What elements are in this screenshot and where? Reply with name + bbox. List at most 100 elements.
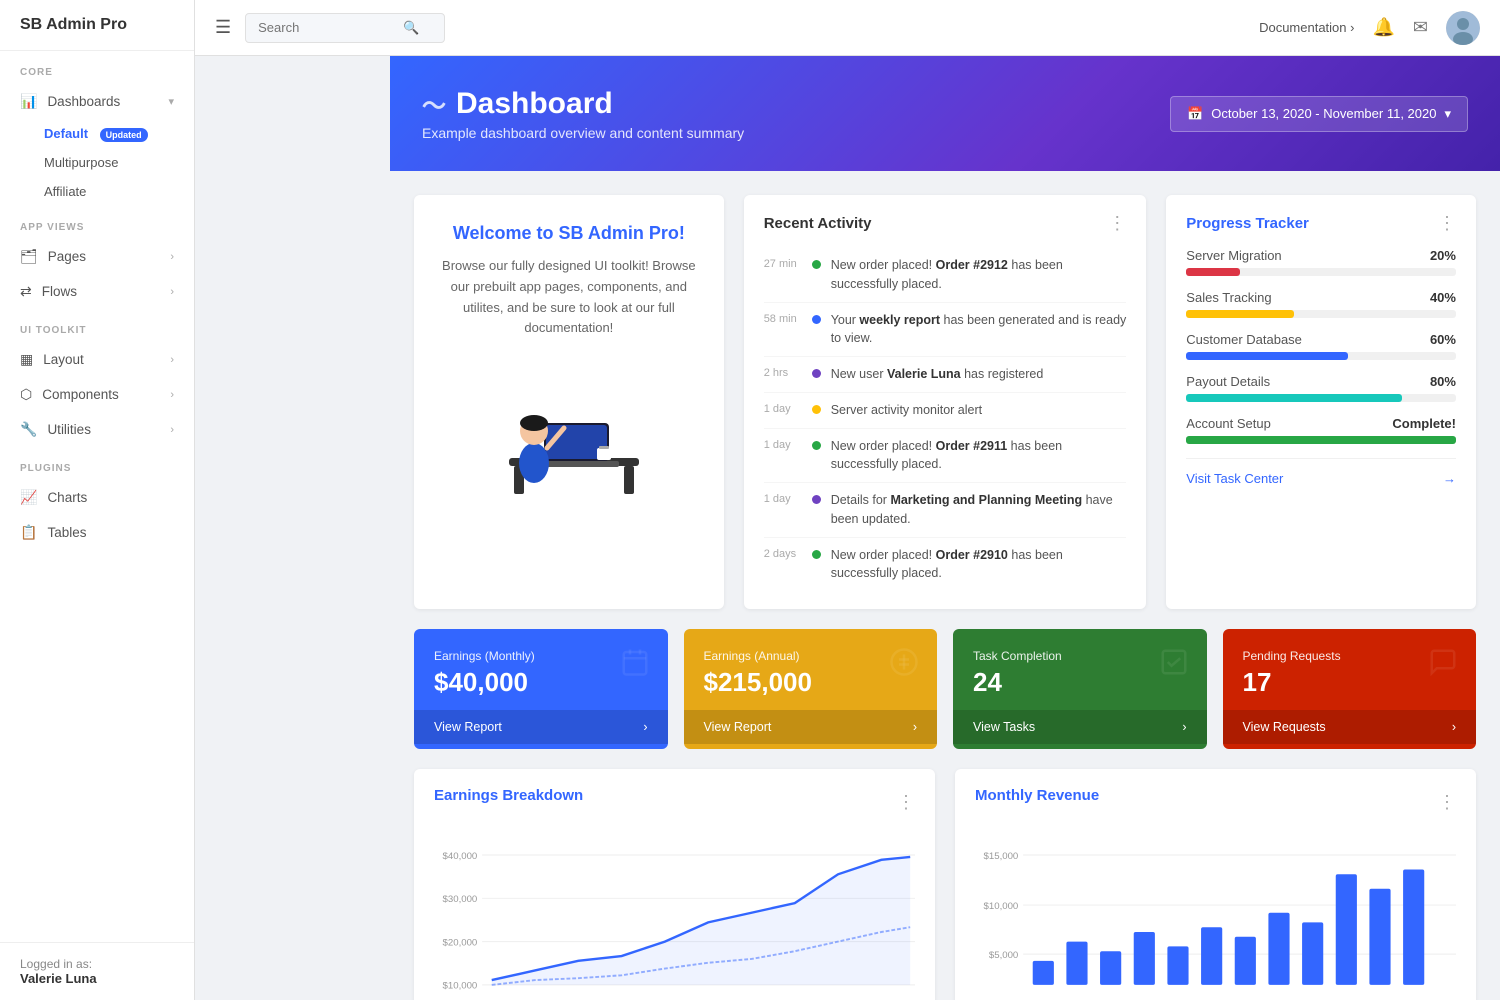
main-content: 〜 Dashboard Example dashboard overview a… [390,56,1500,1000]
welcome-illustration [489,363,649,503]
chevron-right-icon: › [170,354,174,366]
sidebar-section-app-views: APP VIEWS [0,206,194,239]
sidebar-sub-item-multipurpose[interactable]: Multipurpose [0,148,194,177]
recent-activity-card: Recent Activity ⋮ 27 min New order place… [744,195,1147,609]
logged-in-label: Logged in as: [20,957,92,971]
activity-item: 1 day Details for Marketing and Planning… [764,483,1127,538]
sidebar-item-pages[interactable]: 🗂 Pages › [0,239,194,274]
activity-text: Your weekly report has been generated an… [831,311,1127,349]
progress-item: Server Migration 20% [1186,248,1456,276]
charts-row: Earnings Breakdown ⋮ $40,000 $30,000 $20… [414,769,1476,1000]
sidebar-item-dashboards[interactable]: 📊 Dashboards ▾ [0,84,194,119]
progress-item: Sales Tracking 40% [1186,290,1456,318]
stat-icon [889,647,919,685]
stat-footer-link[interactable]: View Requests › [1223,710,1477,744]
stat-icon [1428,647,1458,685]
monthly-revenue-card: Monthly Revenue ⋮ $15,000 $10,000 $5,000 [955,769,1476,1000]
avatar[interactable] [1446,11,1480,45]
header-left: 〜 Dashboard Example dashboard overview a… [422,86,744,141]
sidebar-item-label: Pages [48,249,86,264]
activity-dot [812,495,821,504]
svg-text:$10,000: $10,000 [443,981,478,992]
utilities-icon: 🔧 [20,421,37,438]
revenue-chart-menu[interactable]: ⋮ [1438,792,1456,813]
activity-card-title: Recent Activity [764,215,872,232]
activity-menu-icon[interactable]: ⋮ [1108,213,1126,234]
activity-text: New order placed! Order #2911 has been s… [831,437,1127,475]
visit-task-link[interactable]: Visit Task Center → [1186,458,1456,486]
search-input[interactable] [258,20,403,35]
stat-footer-link[interactable]: View Report › [684,710,938,744]
sidebar-item-utilities[interactable]: 🔧 Utilities › [0,412,194,447]
sidebar-item-flows[interactable]: ⇄ Flows › [0,274,194,309]
progress-value: 80% [1430,374,1456,389]
arrow-right-icon: › [1182,720,1186,734]
progress-menu-icon[interactable]: ⋮ [1438,213,1456,234]
progress-label: Payout Details [1186,374,1270,389]
progress-value: 40% [1430,290,1456,305]
revenue-chart-title: Monthly Revenue [975,787,1099,804]
sidebar-item-label: Dashboards [47,94,120,109]
chevron-right-icon: › [170,251,174,263]
tables-icon: 📋 [20,524,37,541]
sidebar-sub-item-default[interactable]: Default Updated [0,119,194,148]
arrow-right-icon: › [643,720,647,734]
hamburger-icon[interactable]: ☰ [215,17,231,38]
dashboard-header: 〜 Dashboard Example dashboard overview a… [390,56,1500,171]
progress-bar-bg [1186,310,1456,318]
stat-label: Pending Requests [1243,649,1457,663]
earnings-breakdown-card: Earnings Breakdown ⋮ $40,000 $30,000 $20… [414,769,935,1000]
progress-bar-fill [1186,436,1456,444]
earnings-chart-menu[interactable]: ⋮ [897,792,915,813]
stat-footer-label: View Requests [1243,720,1326,734]
stat-card-earnings-annual: Earnings (Annual) $215,000 View Report › [684,629,938,749]
calendar-icon: 📅 [1187,106,1203,122]
progress-value: Complete! [1392,416,1456,431]
activity-time: 2 days [764,546,802,560]
topnav-right: Documentation 🔔 ✉ [1259,11,1480,45]
stat-footer-label: View Report [704,720,772,734]
activity-time: 27 min [764,256,802,270]
sidebar-sub-item-affiliate[interactable]: Affiliate [0,177,194,206]
progress-item: Customer Database 60% [1186,332,1456,360]
activity-item: 27 min New order placed! Order #2912 has… [764,248,1127,303]
dashboard-subtitle: Example dashboard overview and content s… [422,125,744,141]
progress-bar-bg [1186,268,1456,276]
sidebar: SB Admin Pro CORE 📊 Dashboards ▾ Default… [0,0,195,1000]
sidebar-item-label: Layout [43,352,84,367]
stat-footer-link[interactable]: View Report › [414,710,668,744]
svg-text:$40,000: $40,000 [443,851,478,862]
mail-icon[interactable]: ✉ [1413,17,1428,38]
earnings-chart-title: Earnings Breakdown [434,787,583,804]
sidebar-item-layout[interactable]: ▦ Layout › [0,342,194,377]
charts-icon: 📈 [20,489,37,506]
stat-icon [620,647,650,685]
sidebar-item-tables[interactable]: 📋 Tables [0,515,194,550]
activity-dot [812,441,821,450]
date-range-button[interactable]: 📅 October 13, 2020 - November 11, 2020 ▾ [1170,96,1468,132]
documentation-link[interactable]: Documentation [1259,20,1354,35]
pages-icon: 🗂 [20,248,38,265]
sidebar-item-components[interactable]: ⬡ Components › [0,377,194,412]
welcome-body: Browse our fully designed UI toolkit! Br… [438,256,700,339]
date-range-text: October 13, 2020 - November 11, 2020 [1211,106,1436,121]
stat-value: $215,000 [704,667,918,698]
top-grid: Welcome to SB Admin Pro! Browse our full… [414,195,1476,609]
sidebar-item-label: Tables [47,525,86,540]
activity-time: 2 hrs [764,365,802,379]
stat-icon [1159,647,1189,685]
stat-footer-link[interactable]: View Tasks › [953,710,1207,744]
activity-item: 1 day New order placed! Order #2911 has … [764,429,1127,484]
app-logo: SB Admin Pro [0,0,194,51]
sidebar-item-charts[interactable]: 📈 Charts [0,480,194,515]
notification-icon[interactable]: 🔔 [1372,17,1394,38]
search-bar[interactable]: 🔍 [245,13,445,43]
progress-value: 60% [1430,332,1456,347]
svg-text:$30,000: $30,000 [443,894,478,905]
earnings-chart-area: $40,000 $30,000 $20,000 $10,000 [434,832,915,1000]
sidebar-item-label: Flows [42,284,77,299]
sidebar-section-ui-toolkit: UI TOOLKIT [0,309,194,342]
chevron-right-icon: › [170,286,174,298]
arrow-right-icon: › [913,720,917,734]
activity-time: 1 day [764,437,802,451]
